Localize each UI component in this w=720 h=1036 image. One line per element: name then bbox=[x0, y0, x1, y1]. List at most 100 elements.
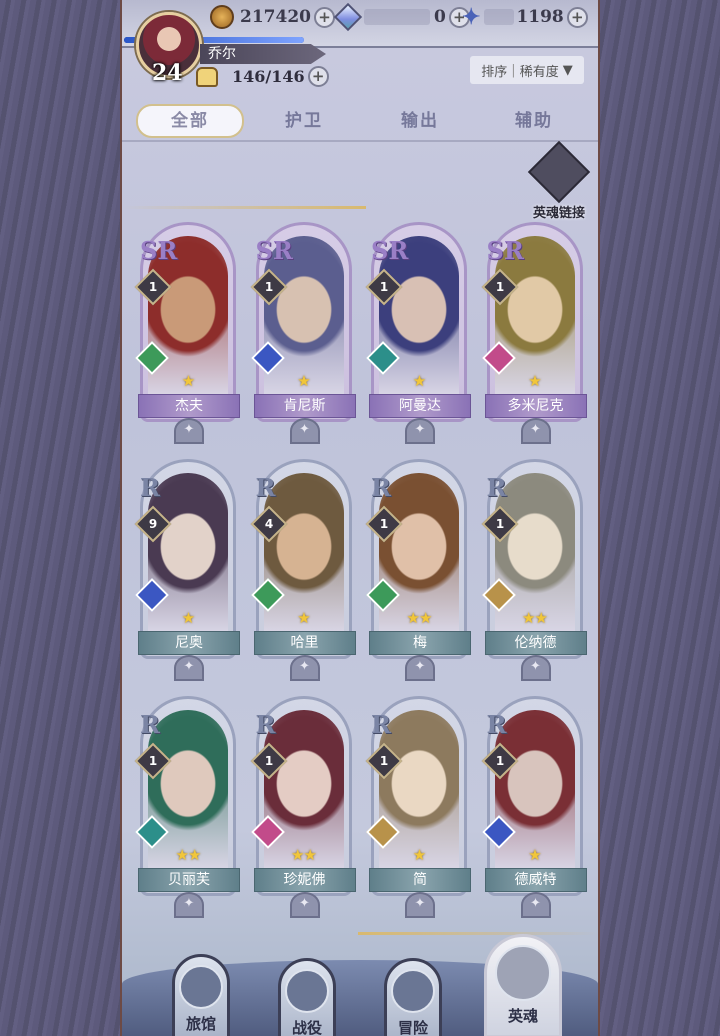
star-rating: ★ bbox=[528, 846, 541, 864]
compass-icon: ✦ bbox=[520, 418, 551, 444]
lock-icon bbox=[527, 140, 591, 204]
star-rating: ★ bbox=[297, 609, 310, 627]
compass-icon: ✦ bbox=[174, 892, 204, 918]
rarity-badge: SR bbox=[255, 236, 293, 265]
nav-adventure-label: 冒险 bbox=[397, 1019, 428, 1036]
rarity-badge: R bbox=[255, 710, 276, 739]
hero-name: 珍妮佛 bbox=[253, 868, 356, 892]
hero-level: 1 bbox=[495, 754, 504, 768]
sort-value: 稀有度 bbox=[519, 64, 559, 80]
gold-divider-bottom bbox=[358, 932, 598, 935]
hero-name: 阿曼达 bbox=[369, 394, 471, 418]
star-rating: ★★ bbox=[175, 846, 202, 864]
compass-icon: ✦ bbox=[174, 418, 204, 444]
hero-level: 4 bbox=[264, 517, 273, 531]
hero-card[interactable]: SR 1 ★ 肯尼斯 ✦ bbox=[250, 222, 356, 444]
sort-separator: | bbox=[511, 62, 516, 78]
hero-name: 梅 bbox=[369, 631, 471, 655]
hero-name: 哈里 bbox=[253, 631, 356, 655]
hero-card[interactable]: R 1 ★ 简 ✦ bbox=[365, 696, 471, 918]
rarity-badge: SR bbox=[140, 236, 178, 265]
add-star-gem-button[interactable]: + bbox=[566, 6, 588, 28]
rarity-badge: R bbox=[255, 473, 276, 502]
gold-resource: 217420 + bbox=[210, 5, 335, 29]
hero-card[interactable]: SR 1 ★ 阿曼达 ✦ bbox=[365, 222, 471, 444]
rarity-badge: R bbox=[486, 473, 507, 502]
nav-tavern[interactable]: 旅馆 bbox=[172, 954, 230, 1036]
compass-icon: ✦ bbox=[520, 892, 551, 918]
hero-card[interactable]: R 1 ★ 德威特 ✦ bbox=[481, 696, 587, 918]
player-name: 乔尔 bbox=[200, 44, 326, 64]
crystal-amount: 0 bbox=[434, 7, 446, 27]
hero-name: 简 bbox=[369, 868, 471, 892]
nav-adventure[interactable]: 冒险 bbox=[384, 958, 442, 1036]
hero-name: 尼奥 bbox=[138, 631, 240, 655]
tab-all[interactable]: 全部 bbox=[136, 104, 244, 138]
star-rating: ★ bbox=[297, 372, 310, 390]
heroes-rose-icon bbox=[495, 945, 551, 1001]
hero-filter-tabs: 全部 护卫 输出 辅助 bbox=[134, 104, 588, 140]
hero-level: 1 bbox=[495, 280, 504, 294]
crystal-resource: 0 + bbox=[333, 2, 470, 32]
star-gem-resource: ✦ 1198 + bbox=[462, 4, 588, 30]
rarity-badge: SR bbox=[486, 236, 524, 265]
hero-name: 杰夫 bbox=[138, 394, 240, 418]
hero-name: 肯尼斯 bbox=[253, 394, 356, 418]
hero-card[interactable]: SR 1 ★ 多米尼克 ✦ bbox=[481, 222, 587, 444]
nav-campaign-label: 战役 bbox=[291, 1019, 322, 1036]
soul-link-label: 英魂链接 bbox=[532, 206, 585, 221]
hero-name: 贝丽芙 bbox=[138, 868, 240, 892]
hero-level: 1 bbox=[148, 280, 158, 294]
bread-icon bbox=[196, 66, 218, 87]
hero-level: 1 bbox=[148, 754, 158, 768]
gold-coin-icon bbox=[210, 5, 234, 29]
hero-level: 1 bbox=[264, 754, 273, 768]
background-right bbox=[600, 0, 720, 1036]
add-gold-button[interactable]: + bbox=[313, 6, 335, 28]
compass-icon: ✦ bbox=[289, 418, 320, 444]
add-stamina-button[interactable]: + bbox=[307, 66, 329, 87]
star-rating: ★ bbox=[412, 846, 426, 864]
star-rating: ★★ bbox=[291, 846, 317, 864]
soul-link-button[interactable]: 英魂链接 bbox=[526, 140, 592, 221]
crystal-icon bbox=[333, 2, 363, 32]
player-level: 24 bbox=[152, 60, 183, 86]
tab-guard[interactable]: 护卫 bbox=[254, 104, 354, 138]
tavern-mug-icon bbox=[179, 965, 223, 1009]
hero-card[interactable]: SR 1 ★ 杰夫 ✦ bbox=[134, 222, 240, 444]
hero-card[interactable]: R 4 ★ 哈里 ✦ bbox=[250, 459, 356, 681]
gold-divider-top bbox=[122, 206, 366, 209]
hero-name: 德威特 bbox=[484, 868, 587, 892]
background-left bbox=[0, 0, 120, 1036]
hero-level: 9 bbox=[148, 517, 158, 531]
hero-card[interactable]: R 1 ★★ 贝丽芙 ✦ bbox=[134, 696, 240, 918]
star-rating: ★ bbox=[181, 609, 195, 627]
hero-card[interactable]: R 1 ★★ 珍妮佛 ✦ bbox=[250, 696, 356, 918]
hero-card[interactable]: R 9 ★ 尼奥 ✦ bbox=[134, 459, 240, 681]
nav-heroes[interactable]: 英魂 bbox=[484, 934, 562, 1036]
hero-level: 1 bbox=[379, 517, 389, 531]
tab-support[interactable]: 辅助 bbox=[484, 104, 584, 138]
rarity-badge: R bbox=[371, 710, 391, 739]
chevron-down-icon: ▼ bbox=[562, 62, 573, 78]
sort-label: 排序 bbox=[481, 64, 508, 80]
star-rating: ★★ bbox=[406, 609, 433, 627]
campaign-shield-icon bbox=[285, 969, 329, 1013]
compass-icon: ✦ bbox=[405, 418, 435, 444]
bottom-nav: 旅馆 战役 冒险 英魂 bbox=[122, 934, 598, 1036]
star-gem-amount: 1198 bbox=[516, 7, 564, 27]
sort-dropdown[interactable]: 排序 | 稀有度 ▼ bbox=[470, 56, 584, 84]
rarity-badge: R bbox=[371, 473, 391, 502]
rarity-badge: R bbox=[140, 473, 160, 502]
adventure-eye-icon bbox=[391, 969, 435, 1013]
star-rating: ★ bbox=[412, 372, 426, 390]
nav-heroes-label: 英魂 bbox=[507, 1007, 538, 1025]
hero-card[interactable]: R 1 ★★ 伦纳德 ✦ bbox=[481, 459, 587, 681]
compass-icon: ✦ bbox=[289, 892, 320, 918]
nav-campaign[interactable]: 战役 bbox=[278, 958, 336, 1036]
hero-card[interactable]: R 1 ★★ 梅 ✦ bbox=[365, 459, 471, 681]
hero-level: 1 bbox=[379, 754, 389, 768]
stamina-amount: 146/146 bbox=[232, 67, 305, 86]
hero-name: 伦纳德 bbox=[484, 631, 587, 655]
tab-damage[interactable]: 输出 bbox=[370, 104, 470, 138]
